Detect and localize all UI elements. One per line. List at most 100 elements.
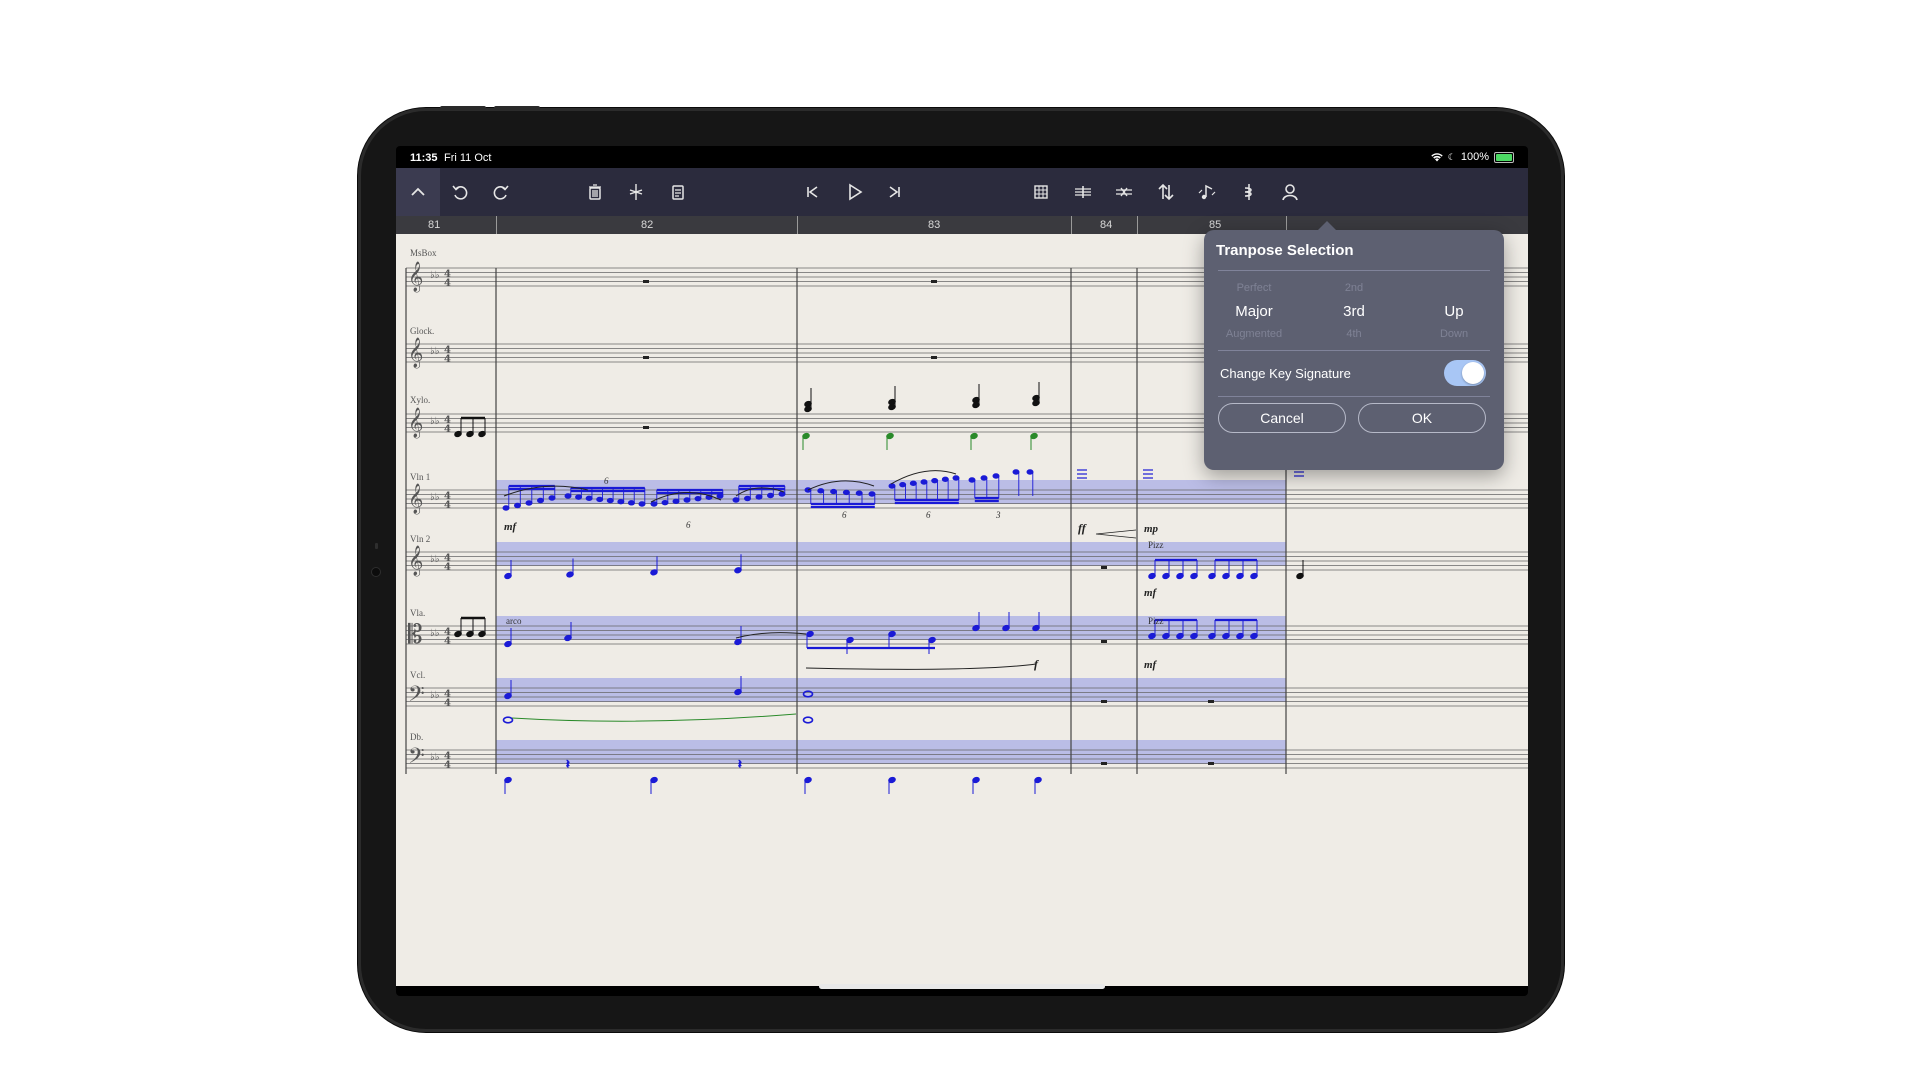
split-icon: [1075, 186, 1091, 198]
notes-icon: [1198, 184, 1216, 200]
tuplet-6b: 6: [686, 520, 691, 530]
xylo-green-notes: [802, 432, 1038, 450]
vln1-note: [537, 497, 544, 504]
undo-button[interactable]: [440, 168, 480, 216]
tuplet-3: 3: [995, 510, 1001, 520]
status-right: ☾ 100%: [1431, 151, 1514, 163]
delete-button[interactable]: [575, 168, 615, 216]
vln1-note: [650, 501, 658, 507]
vln1-note: [672, 498, 680, 505]
picker-row-below[interactable]: Augmented 4th Down: [1204, 328, 1504, 340]
vln1-note: [564, 493, 572, 499]
vln1-note: [525, 500, 533, 506]
arco-vla: arco: [506, 616, 522, 626]
tuner-button[interactable]: [1229, 168, 1269, 216]
picker-direction-above[interactable]: [1404, 282, 1504, 294]
vln1-note: [716, 493, 724, 499]
staff-label-vln2: Vln 2: [410, 534, 430, 544]
divider: [1218, 396, 1490, 397]
vln1-high-note: [1012, 469, 1020, 475]
vln1-note: [855, 490, 863, 496]
key-signature: ♭♭: [430, 492, 440, 503]
picker-interval-above[interactable]: 2nd: [1304, 282, 1404, 294]
paste-button[interactable]: [658, 168, 698, 216]
transpose-popover: Tranpose Selection Perfect 2nd Major 3rd…: [1204, 221, 1504, 470]
key-signature: ♭♭: [430, 690, 440, 701]
vln1-note: [694, 495, 702, 502]
vln1-note: [514, 502, 521, 509]
vln1-note: [617, 499, 625, 505]
vln1-note: [767, 492, 774, 499]
vcl-whole-note: [502, 716, 514, 724]
picker-quality-selected[interactable]: Major: [1204, 303, 1304, 320]
staff-label-glock: Glock.: [410, 326, 434, 336]
skip-forward-button[interactable]: [875, 168, 915, 216]
pizz-vln2: Pizz: [1148, 540, 1164, 550]
ruler-tick: [496, 216, 497, 234]
picker-quality-above[interactable]: Perfect: [1204, 282, 1304, 294]
dynamic-mf-vln2: mf: [1144, 587, 1158, 599]
vln1-note: [755, 494, 763, 500]
popover-title: Tranpose Selection: [1216, 242, 1354, 259]
account-button[interactable]: [1270, 168, 1310, 216]
time-signature: 4: [444, 562, 451, 573]
vln1-note: [638, 501, 646, 507]
play-button[interactable]: [834, 168, 874, 216]
trash-icon: [589, 184, 601, 200]
status-bar: 11:35 Fri 11 Oct ☾ 100%: [396, 146, 1528, 168]
change-key-signature-toggle[interactable]: [1444, 360, 1486, 386]
vln1-note: [548, 495, 556, 501]
vln1-note: [992, 473, 1000, 479]
staff-label-vla: Vla.: [410, 608, 425, 618]
skip-back-button[interactable]: [792, 168, 832, 216]
vln1-note: [585, 495, 593, 501]
notes-button[interactable]: [1187, 168, 1227, 216]
vln1-note: [830, 488, 838, 495]
staff-label-vln1: Vln 1: [410, 472, 430, 482]
cut-button[interactable]: [616, 168, 656, 216]
time-signature: 4: [444, 278, 451, 289]
clipboard-icon: [672, 185, 684, 200]
transpose-button[interactable]: [1146, 168, 1186, 216]
tuplet-6d: 6: [926, 510, 931, 520]
redo-button[interactable]: [481, 168, 521, 216]
change-key-signature-label: Change Key Signature: [1220, 366, 1351, 381]
chevron-up-icon: [411, 187, 425, 196]
treble-clef: 𝄞: [408, 483, 423, 515]
ruler-measure-81: 81: [428, 219, 441, 231]
redo-icon: [493, 185, 509, 200]
vln1-note: [899, 481, 907, 488]
collapse-button[interactable]: [396, 168, 440, 216]
ok-button[interactable]: OK: [1358, 403, 1486, 433]
vln1-note: [868, 491, 876, 497]
toggle-knob: [1462, 362, 1484, 384]
ruler-measure-82: 82: [641, 219, 654, 231]
popover-arrow: [1318, 221, 1336, 230]
time-signature: 4: [444, 636, 451, 647]
staff-label-db: Db.: [410, 732, 423, 742]
hairpin: [1095, 529, 1137, 539]
picker-interval-below[interactable]: 4th: [1304, 328, 1404, 340]
battery-icon: [1494, 151, 1514, 163]
picker-interval-selected[interactable]: 3rd: [1304, 303, 1404, 320]
ruler-measure-84: 84: [1100, 219, 1113, 231]
alto-clef: 𝄡: [408, 620, 423, 650]
key-signature: ♭♭: [430, 628, 440, 639]
picker-direction-selected[interactable]: Up: [1404, 303, 1504, 320]
picker-direction-below[interactable]: Down: [1404, 328, 1504, 340]
merge-button[interactable]: [1104, 168, 1144, 216]
cancel-button[interactable]: Cancel: [1218, 403, 1346, 433]
grid-button[interactable]: [1021, 168, 1061, 216]
vln1-note: [606, 497, 614, 504]
picker-row-selected[interactable]: Major 3rd Up: [1204, 303, 1504, 320]
vln1-note: [778, 491, 786, 497]
bass-clef: 𝄢: [408, 682, 425, 712]
db-rest: 𝄽: [738, 757, 742, 771]
xylo-chord-notes: [804, 382, 1040, 413]
home-indicator[interactable]: [819, 984, 1105, 989]
picker-row-above[interactable]: Perfect 2nd: [1204, 282, 1504, 294]
split-button[interactable]: [1063, 168, 1103, 216]
vcl-whole-note: [802, 716, 814, 724]
picker-quality-below[interactable]: Augmented: [1204, 328, 1304, 340]
vln1-note: [920, 479, 928, 485]
